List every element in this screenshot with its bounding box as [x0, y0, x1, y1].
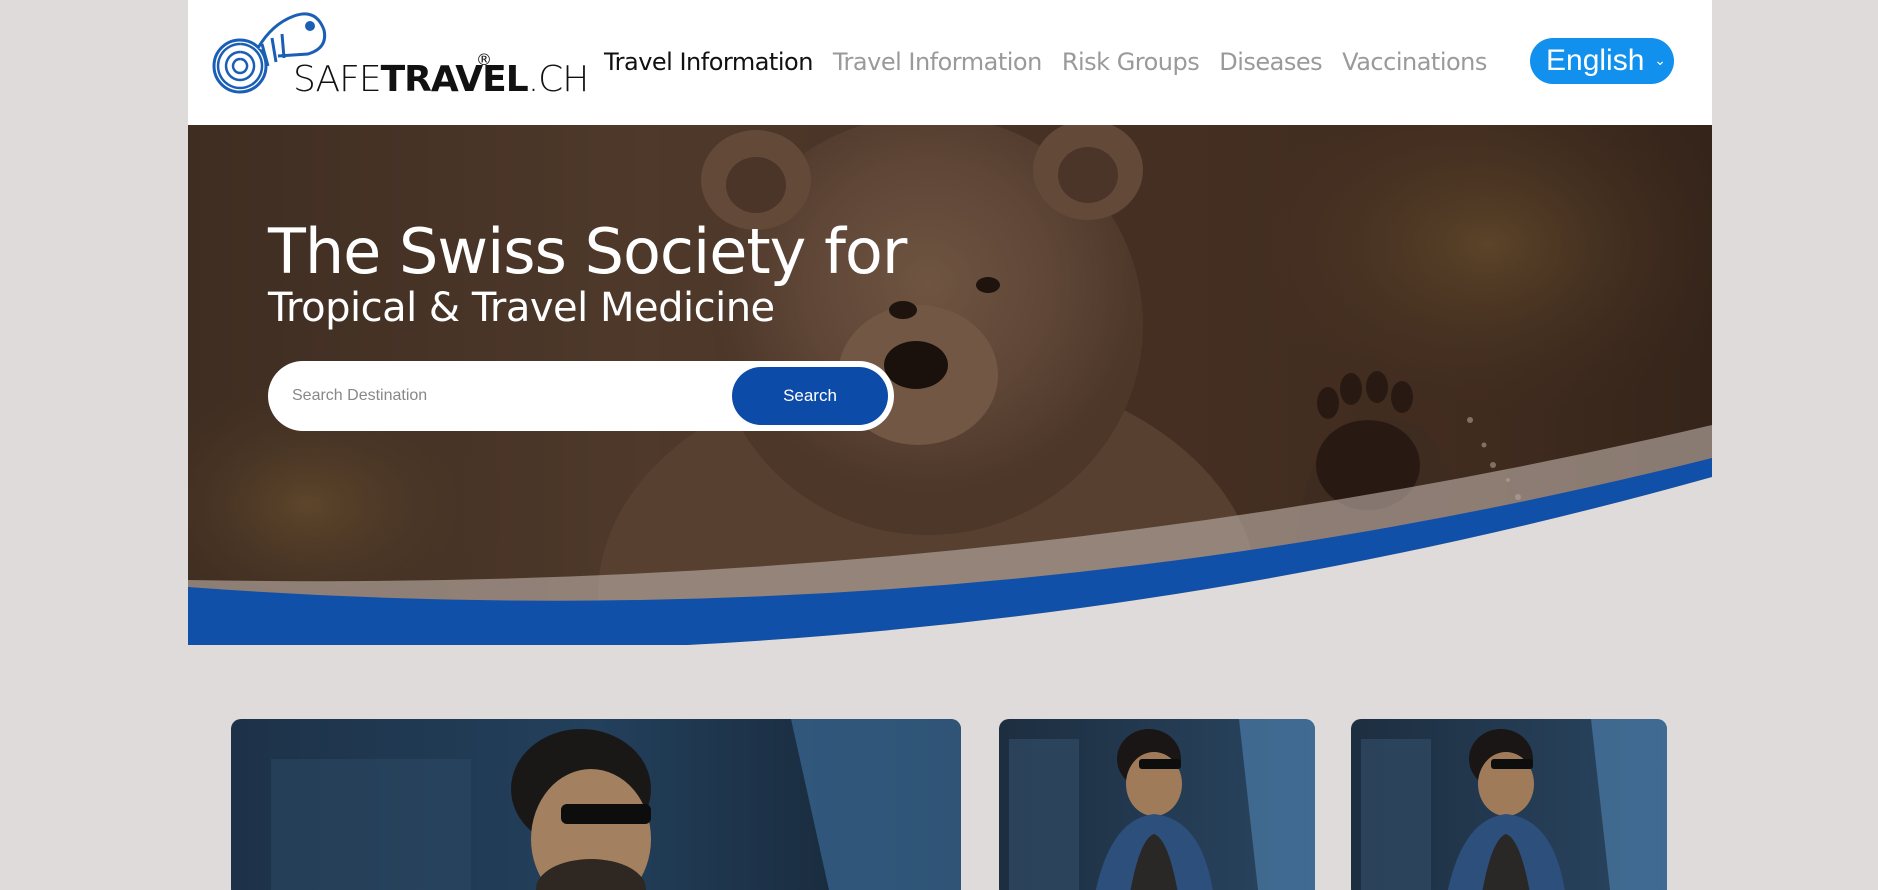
hero-title: The Swiss Society for: [268, 215, 907, 288]
hero-subtitle: Tropical & Travel Medicine: [268, 285, 775, 331]
logo-text-safe: SAFE: [293, 59, 382, 100]
man-at-computer-image: [1351, 719, 1667, 890]
nav-risk-groups[interactable]: Risk Groups: [1062, 48, 1200, 76]
registered-mark: ®: [476, 50, 492, 69]
man-at-computer-image: [231, 719, 961, 890]
search-button[interactable]: Search: [732, 367, 888, 425]
nav-vaccinations[interactable]: Vaccinations: [1342, 48, 1487, 76]
nav-diseases[interactable]: Diseases: [1219, 48, 1322, 76]
chevron-down-icon: ⌄: [1654, 52, 1666, 68]
language-selector[interactable]: English ⌄: [1530, 38, 1674, 84]
logo-text-travel: TRAVEL: [380, 59, 529, 100]
logo-text-ch: .CH: [527, 59, 590, 100]
hero-banner: The Swiss Society for Tropical & Travel …: [188, 125, 1712, 645]
destination-search-box: Search: [268, 361, 894, 431]
site-logo[interactable]: SAFETRAVEL.CH ®: [212, 4, 589, 104]
nav-travel-information[interactable]: Travel Information: [604, 48, 813, 76]
site-header: SAFETRAVEL.CH ® Travel Information Trave…: [188, 0, 1712, 125]
language-selected-label: English: [1546, 44, 1645, 77]
page: SAFETRAVEL.CH ® Travel Information Trave…: [188, 0, 1712, 890]
nav-travel-information-2[interactable]: Travel Information: [833, 48, 1042, 76]
main-nav: Travel Information Travel Information Ri…: [604, 44, 1487, 80]
feature-card-middle[interactable]: [999, 719, 1315, 890]
search-destination-input[interactable]: [292, 379, 712, 413]
feature-card-large[interactable]: [231, 719, 961, 890]
logo-wordmark: SAFETRAVEL.CH: [293, 59, 590, 100]
man-at-computer-image: [999, 719, 1315, 890]
feature-card-right[interactable]: [1351, 719, 1667, 890]
